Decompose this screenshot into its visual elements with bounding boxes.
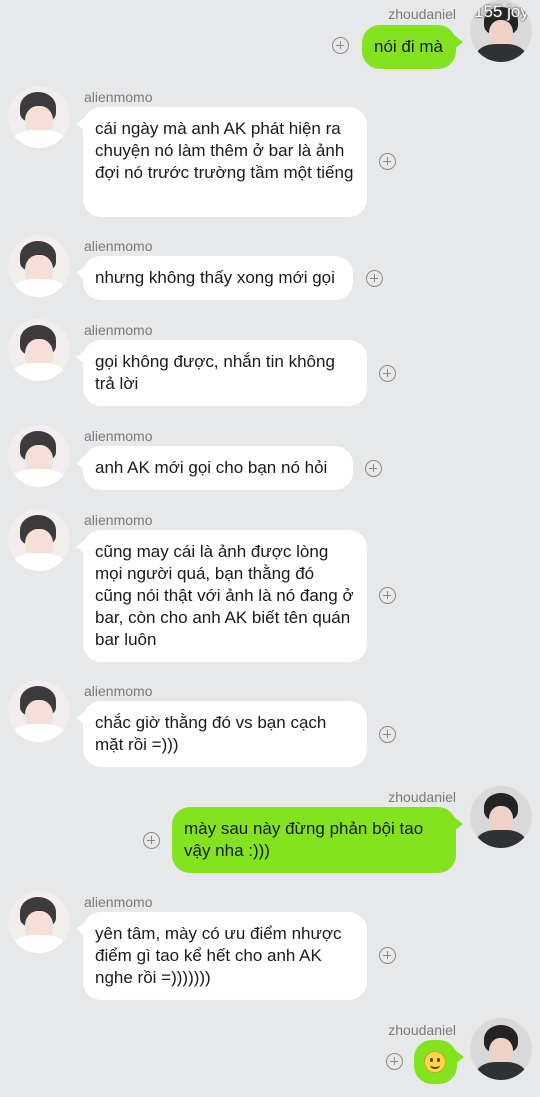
avatar[interactable] xyxy=(8,891,70,953)
message-bubble[interactable]: nói đi mà xyxy=(362,25,463,69)
plus-circle-icon[interactable] xyxy=(143,832,160,849)
message-bubble[interactable]: cũng may cái là ảnh được lòng mọi người … xyxy=(76,530,367,662)
sender-name: alienmomo xyxy=(84,683,153,699)
sender-name: alienmomo xyxy=(84,89,153,105)
sender-name: alienmomo xyxy=(84,428,153,444)
plus-circle-icon[interactable] xyxy=(379,365,396,382)
plus-circle-icon[interactable] xyxy=(379,947,396,964)
plus-circle-icon[interactable] xyxy=(366,270,383,287)
message-bubble[interactable]: yên tâm, mày có ưu điểm nhược điểm gì ta… xyxy=(76,912,367,1000)
plus-circle-icon[interactable] xyxy=(386,1053,403,1070)
smiley-emoji-icon xyxy=(424,1051,446,1073)
message-bubble[interactable] xyxy=(414,1040,464,1084)
message-bubble[interactable]: mày sau này đừng phản bội tao vậy nha :)… xyxy=(172,807,463,873)
sender-name: alienmomo xyxy=(84,238,153,254)
plus-circle-icon[interactable] xyxy=(379,587,396,604)
message-bubble[interactable]: anh AK mới gọi cho bạn nó hỏi xyxy=(76,446,353,490)
sender-name: alienmomo xyxy=(84,894,153,910)
message-bubble[interactable]: chắc giờ thằng đó vs bạn cạch mặt rồi =)… xyxy=(76,701,367,767)
sender-name: zhoudaniel xyxy=(388,6,456,22)
sender-name: zhoudaniel xyxy=(388,1022,456,1038)
sender-name: zhoudaniel xyxy=(388,789,456,805)
plus-circle-icon[interactable] xyxy=(379,726,396,743)
avatar-overlay-text: 155 joy xyxy=(474,2,529,21)
avatar[interactable]: 155 joy xyxy=(470,0,532,62)
sender-name: alienmomo xyxy=(84,322,153,338)
avatar[interactable] xyxy=(8,235,70,297)
message-bubble[interactable]: cái ngày mà anh AK phát hiện ra chuyện n… xyxy=(76,107,367,217)
sender-name: alienmomo xyxy=(84,512,153,528)
message-bubble[interactable]: nhưng không thấy xong mới gọi xyxy=(76,256,353,300)
avatar[interactable] xyxy=(470,786,532,848)
avatar[interactable] xyxy=(470,1018,532,1080)
message-bubble[interactable]: gọi không được, nhắn tin không trả lời xyxy=(76,340,367,406)
avatar[interactable] xyxy=(8,319,70,381)
avatar[interactable] xyxy=(8,680,70,742)
plus-circle-icon[interactable] xyxy=(332,37,349,54)
plus-circle-icon[interactable] xyxy=(379,153,396,170)
avatar[interactable] xyxy=(8,509,70,571)
avatar[interactable] xyxy=(8,425,70,487)
avatar[interactable] xyxy=(8,86,70,148)
plus-circle-icon[interactable] xyxy=(365,460,382,477)
